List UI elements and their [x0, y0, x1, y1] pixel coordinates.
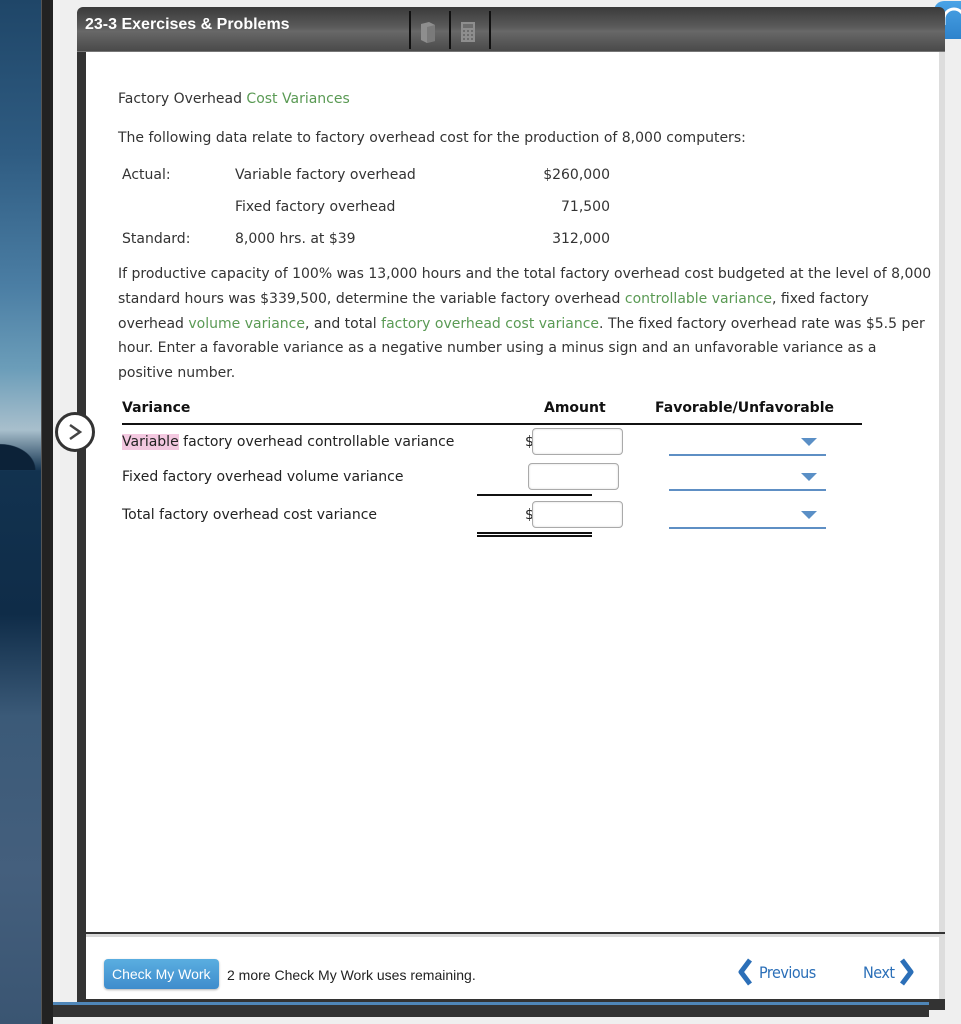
next-label: Next [863, 962, 895, 982]
data-label: Standard: [122, 231, 191, 247]
calculator-icon[interactable] [460, 21, 480, 43]
window-edge [41, 0, 53, 1024]
problem-heading: Factory Overhead Cost Variances [118, 91, 350, 107]
dropdown-arrow-icon [801, 511, 817, 519]
column-header-amount: Amount [544, 400, 606, 416]
problem-content: Factory Overhead Cost Variances The foll… [86, 52, 945, 932]
variance-table-header: Variance Amount Favorable/Unfavorable [122, 397, 862, 425]
glossary-link-volume-variance[interactable]: volume variance [188, 316, 305, 332]
window-title: 23-3 Exercises & Problems [85, 16, 290, 33]
gutter [53, 0, 77, 1024]
controllable-variance-fav-unfav-select[interactable] [669, 432, 826, 456]
intro-text: The following data relate to factory ove… [118, 130, 746, 146]
data-value: $260,000 [543, 167, 610, 183]
remaining-uses-text: 2 more Check My Work uses remaining. [227, 967, 476, 983]
glossary-link-cost-variances[interactable]: Cost Variances [246, 91, 349, 107]
dropdown-arrow-icon [801, 473, 817, 481]
next-button[interactable]: Next [863, 956, 915, 988]
controllable-variance-amount-input[interactable] [532, 428, 623, 455]
row-label-text: factory overhead controllable variance [178, 434, 455, 450]
row-label: Fixed factory overhead volume variance [122, 469, 404, 485]
column-header-favorable-unfavorable: Favorable/Unfavorable [655, 400, 834, 416]
variance-row-controllable: Variable factory overhead controllable v… [122, 426, 862, 458]
total-variance-fav-unfav-select[interactable] [669, 505, 826, 529]
row-label: Total factory overhead cost variance [122, 507, 378, 523]
chevron-right-icon [899, 958, 913, 986]
footer-edge [53, 1005, 929, 1017]
total-double-rule [477, 532, 592, 537]
variance-row-volume: Fixed factory overhead volume variance [122, 461, 862, 493]
data-description: Variable factory overhead [235, 167, 416, 183]
glossary-link-factory-overhead-cost-variance[interactable]: factory overhead cost variance [381, 316, 599, 332]
data-value: 71,500 [561, 199, 610, 215]
subtotal-rule [477, 494, 592, 496]
row-label: Variable factory overhead controllable v… [122, 434, 454, 450]
footer-bar: Check My Work 2 more Check My Work uses … [86, 934, 945, 999]
assignment-window: 23-3 Exercises & Problems Factory Overhe… [53, 7, 945, 1017]
toolbar-separator [409, 11, 411, 49]
heading-text: Factory Overhead [118, 91, 247, 107]
data-label: Actual: [122, 167, 171, 183]
previous-label: Previous [759, 962, 816, 982]
problem-instructions: If productive capacity of 100% was 13,00… [118, 262, 933, 386]
data-value: 312,000 [552, 231, 610, 247]
chevron-right-icon [69, 423, 83, 441]
instruction-text: , and total [304, 315, 382, 332]
toolbar-separator [489, 11, 491, 49]
title-bar: 23-3 Exercises & Problems [77, 7, 945, 52]
volume-variance-fav-unfav-select[interactable] [669, 467, 826, 491]
toolbar-separator [449, 11, 451, 49]
dropdown-arrow-icon [801, 438, 817, 446]
desktop-wallpaper [0, 0, 41, 1024]
highlighted-word: Variable [122, 434, 179, 450]
previous-button[interactable]: Previous [737, 956, 816, 988]
variance-row-total: Total factory overhead cost variance $ [122, 499, 862, 531]
expand-panel-button[interactable] [55, 412, 95, 452]
data-description: Fixed factory overhead [235, 199, 396, 215]
volume-variance-amount-input[interactable] [528, 463, 619, 490]
data-description: 8,000 hrs. at $39 [235, 231, 356, 247]
glossary-link-controllable-variance[interactable]: controllable variance [625, 291, 772, 307]
check-my-work-button[interactable]: Check My Work [104, 959, 219, 989]
column-header-variance: Variance [122, 400, 191, 416]
chevron-left-icon [738, 958, 752, 986]
content-frame: Factory Overhead Cost Variances The foll… [77, 52, 945, 1010]
book-icon[interactable] [419, 21, 439, 43]
total-variance-amount-input[interactable] [532, 501, 623, 528]
